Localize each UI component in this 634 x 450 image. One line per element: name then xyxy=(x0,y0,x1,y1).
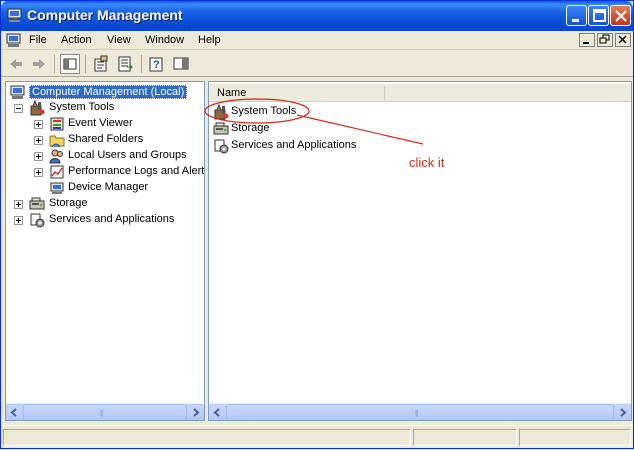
annotation-label: click it xyxy=(409,155,445,170)
annotation-arrow-line xyxy=(296,114,424,145)
status-bar xyxy=(1,425,633,448)
status-cell-tertiary xyxy=(519,429,631,446)
status-cell-secondary xyxy=(413,429,517,446)
computer-management-window: Computer Management File Action View Win… xyxy=(0,0,634,449)
annotation-circle xyxy=(204,98,310,124)
status-cell-main xyxy=(3,429,411,446)
annotation-overlay xyxy=(204,98,424,145)
